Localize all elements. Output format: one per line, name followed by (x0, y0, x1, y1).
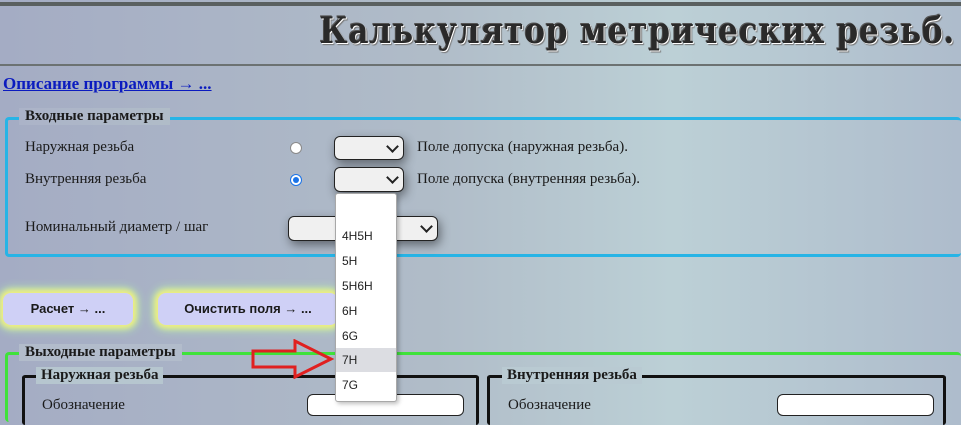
internal-thread-radio[interactable] (290, 174, 302, 186)
dropdown-option-highlighted[interactable]: 7H (336, 348, 396, 372)
external-thread-label: Наружная резьба (25, 139, 135, 155)
internal-thread-label: Внутренняя резьба (25, 171, 147, 187)
output-params-legend: Выходные параметры (19, 344, 182, 361)
tolerance-dropdown-list[interactable]: 4H5H 5H 5H6H 6H 6G 7H 7G (335, 193, 397, 402)
dropdown-option[interactable]: 7G (336, 373, 396, 397)
page-title: Калькулятор метрических резьб. (319, 10, 955, 52)
chevron-down-icon (386, 171, 399, 184)
program-description-link[interactable]: Описание программы → ... (3, 74, 212, 94)
external-thread-radio[interactable] (290, 142, 302, 154)
calculate-button[interactable]: Расчет → ... (3, 293, 133, 325)
dropdown-option[interactable]: 5H6H (336, 274, 396, 298)
dropdown-option[interactable]: 5H (336, 249, 396, 273)
external-tolerance-select[interactable] (334, 136, 404, 160)
internal-tolerance-select[interactable] (334, 167, 404, 192)
red-arrow-icon (251, 339, 335, 379)
dropdown-option[interactable]: 4H5H (336, 224, 396, 248)
external-tolerance-label: Поле допуска (наружная резьба). (417, 139, 628, 155)
input-params-legend: Входные параметры (19, 108, 170, 125)
chevron-down-icon (386, 140, 399, 153)
dropdown-option[interactable] (336, 200, 396, 224)
internal-tolerance-label: Поле допуска (внутренняя резьба). (417, 171, 641, 187)
output-internal-legend: Внутренняя резьба (502, 367, 642, 384)
output-internal-field (777, 394, 934, 416)
chevron-down-icon (420, 220, 433, 233)
dropdown-option[interactable]: 6H (336, 299, 396, 323)
clear-fields-button[interactable]: Очистить поля → ... (158, 293, 338, 325)
output-external-legend: Наружная резьба (36, 367, 164, 384)
diameter-label: Номинальный диаметр / шаг (25, 219, 209, 235)
header-bottom-rule (0, 64, 961, 66)
dropdown-option[interactable]: 6G (336, 324, 396, 348)
header-top-rule (0, 2, 961, 6)
